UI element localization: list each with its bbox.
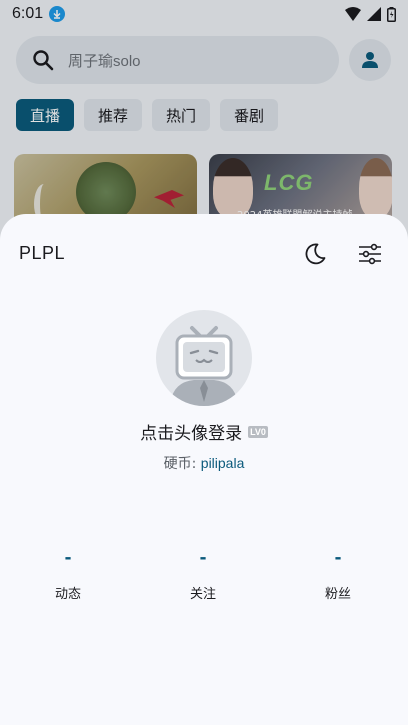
- stat-label: 关注: [189, 587, 216, 602]
- stat-value: -: [64, 548, 72, 568]
- moon-icon: [305, 243, 326, 265]
- settings-button[interactable]: [352, 236, 388, 272]
- dark-mode-button[interactable]: [297, 236, 333, 272]
- tune-icon: [359, 243, 381, 265]
- level-badge: LV0: [248, 425, 268, 438]
- sheet-title: PLPL: [19, 243, 66, 263]
- coin-label: 硬币:: [163, 456, 201, 472]
- stat-label: 动态: [54, 587, 81, 602]
- stat-label: 粉丝: [324, 587, 351, 602]
- login-prompt[interactable]: 点击头像登录: [140, 419, 242, 444]
- stat-followers[interactable]: - 粉丝: [279, 548, 397, 602]
- coin-row: 硬币: pilipala: [0, 453, 408, 473]
- stat-value: -: [199, 548, 207, 568]
- login-row: 点击头像登录 LV0: [0, 419, 408, 444]
- stat-dynamics[interactable]: - 动态: [9, 548, 127, 602]
- bilibili-tv-icon: [170, 326, 238, 406]
- stat-following[interactable]: - 关注: [135, 548, 271, 602]
- user-bottom-sheet: PLPL 点击头像登录 LV0 硬币: pilipala - 动态 - 关注 -…: [0, 214, 408, 725]
- stat-value: -: [334, 548, 342, 568]
- coin-value: pilipala: [200, 455, 245, 471]
- avatar[interactable]: [156, 310, 252, 406]
- user-stats: - 动态 - 关注 - 粉丝: [0, 548, 408, 602]
